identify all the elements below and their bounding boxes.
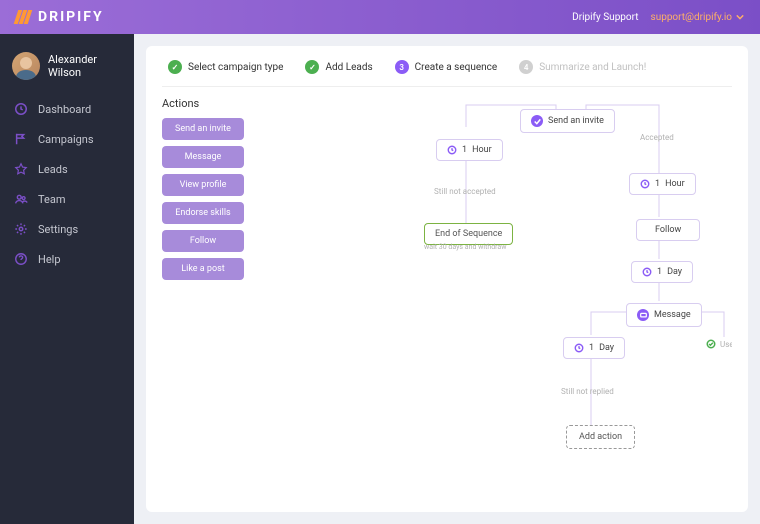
check-icon: ✓ — [168, 60, 182, 74]
step-number: 3 — [395, 60, 409, 74]
sidebar-item-campaigns[interactable]: Campaigns — [0, 124, 134, 154]
step-label: Add Leads — [325, 62, 372, 73]
node-label: Add action — [579, 432, 622, 442]
delay-unit: Day — [667, 267, 682, 277]
user-last-name: Wilson — [48, 66, 97, 79]
step-label: Select campaign type — [188, 62, 283, 73]
node-label: Follow — [655, 225, 681, 235]
sidebar-item-label: Leads — [38, 163, 68, 176]
help-icon — [14, 252, 28, 266]
action-follow[interactable]: Follow — [162, 230, 244, 252]
main: ✓ Select campaign type ✓ Add Leads 3 Create… — [134, 34, 760, 524]
node-label: Message — [654, 310, 691, 320]
actions-title: Actions — [162, 97, 254, 110]
label-accepted: Accepted — [640, 133, 674, 142]
step-select-campaign[interactable]: ✓ Select campaign type — [168, 60, 283, 74]
label-text: User Replied — [720, 340, 732, 349]
clock-icon — [642, 267, 652, 277]
actions-panel: Actions Send an invite Message View prof… — [162, 97, 254, 498]
node-delay-right-1h[interactable]: 1 Hour — [629, 173, 696, 195]
nav: Dashboard Campaigns Leads Team Settings … — [0, 94, 134, 274]
user-name: Alexander Wilson — [48, 53, 97, 79]
delay-value: 1 — [462, 145, 467, 155]
delay-unit: Day — [599, 343, 614, 353]
node-follow[interactable]: Follow — [636, 219, 700, 241]
sidebar-item-team[interactable]: Team — [0, 184, 134, 214]
sidebar-item-label: Dashboard — [38, 103, 91, 116]
support-link[interactable]: Dripify Support — [572, 12, 638, 23]
support-email-link[interactable]: support@dripify.io — [651, 12, 744, 23]
sidebar-item-label: Settings — [38, 223, 78, 236]
clock-icon — [14, 102, 28, 116]
action-view-profile[interactable]: View profile — [162, 174, 244, 196]
chevron-down-icon — [736, 13, 744, 21]
check-icon — [706, 339, 716, 349]
delay-unit: Hour — [472, 145, 492, 155]
panel: ✓ Select campaign type ✓ Add Leads 3 Create… — [146, 46, 748, 512]
sidebar-item-settings[interactable]: Settings — [0, 214, 134, 244]
star-icon — [14, 162, 28, 176]
logo-mark-icon — [16, 10, 30, 24]
user-first-name: Alexander — [48, 53, 97, 66]
header: DRIPIFY Dripify Support support@dripify.… — [0, 0, 760, 34]
action-message[interactable]: Message — [162, 146, 244, 168]
label-still-not-replied: Still not replied — [561, 387, 614, 396]
action-send-invite[interactable]: Send an invite — [162, 118, 244, 140]
sidebar-item-label: Help — [38, 253, 61, 266]
step-summarize-launch: 4 Summarize and Launch! — [519, 60, 646, 74]
user-block[interactable]: Alexander Wilson — [0, 46, 134, 94]
delay-value: 1 — [655, 179, 660, 189]
invite-icon — [531, 115, 543, 127]
clock-icon — [640, 179, 650, 189]
action-like-post[interactable]: Like a post — [162, 258, 244, 280]
flag-icon — [14, 132, 28, 146]
sidebar: Alexander Wilson Dashboard Campaigns Lea… — [0, 34, 134, 524]
node-label: Send an invite — [548, 116, 604, 126]
step-add-leads[interactable]: ✓ Add Leads — [305, 60, 372, 74]
step-number: 4 — [519, 60, 533, 74]
label-end-note: wait 30 days and withdraw — [424, 243, 506, 251]
team-icon — [14, 192, 28, 206]
sidebar-item-help[interactable]: Help — [0, 244, 134, 274]
sequence-canvas: Send an invite 1 Hour Still not accepted… — [266, 97, 732, 498]
node-end-sequence[interactable]: End of Sequence — [424, 223, 513, 245]
step-create-sequence[interactable]: 3 Create a sequence — [395, 60, 498, 74]
delay-value: 1 — [589, 343, 594, 353]
clock-icon — [574, 343, 584, 353]
brand-text: DRIPIFY — [38, 9, 104, 25]
node-label: End of Sequence — [435, 229, 502, 239]
gear-icon — [14, 222, 28, 236]
header-right: Dripify Support support@dripify.io — [572, 12, 744, 23]
node-add-action[interactable]: Add action — [566, 425, 635, 449]
node-message[interactable]: Message — [626, 303, 702, 327]
clock-icon — [447, 145, 457, 155]
support-email-text: support@dripify.io — [651, 12, 732, 23]
delay-unit: Hour — [665, 179, 685, 189]
node-delay-left[interactable]: 1 Hour — [436, 139, 503, 161]
sidebar-item-label: Campaigns — [38, 133, 94, 146]
sidebar-item-dashboard[interactable]: Dashboard — [0, 94, 134, 124]
node-send-invite[interactable]: Send an invite — [520, 109, 615, 133]
node-delay-1d-a[interactable]: 1 Day — [631, 261, 693, 283]
label-user-replied: User Replied — [706, 339, 732, 349]
action-endorse-skills[interactable]: Endorse skills — [162, 202, 244, 224]
sidebar-item-leads[interactable]: Leads — [0, 154, 134, 184]
avatar — [12, 52, 40, 80]
message-icon — [637, 309, 649, 321]
label-still-not-accepted: Still not accepted — [434, 187, 496, 196]
step-label: Create a sequence — [415, 62, 498, 73]
step-label: Summarize and Launch! — [539, 62, 646, 73]
node-delay-1d-b[interactable]: 1 Day — [563, 337, 625, 359]
delay-value: 1 — [657, 267, 662, 277]
check-icon: ✓ — [305, 60, 319, 74]
logo: DRIPIFY — [16, 9, 104, 25]
content: Actions Send an invite Message View prof… — [162, 87, 732, 498]
sidebar-item-label: Team — [38, 193, 66, 206]
stepper: ✓ Select campaign type ✓ Add Leads 3 Create… — [162, 60, 732, 87]
